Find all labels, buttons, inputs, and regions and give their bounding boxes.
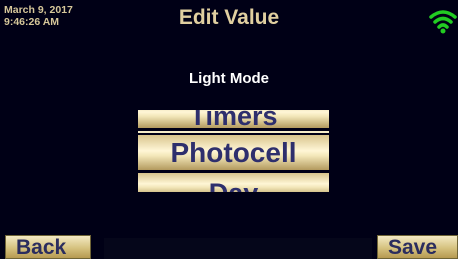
page-title: Edit Value: [178, 6, 280, 29]
save-button[interactable]: Save: [377, 235, 458, 259]
picker-option-next[interactable]: Day: [138, 173, 329, 192]
picker-divider-top: [138, 128, 329, 131]
value-picker-wheel[interactable]: Timers Photocell Day: [138, 110, 329, 192]
picker-option-previous[interactable]: Timers: [138, 110, 329, 131]
wifi-signal-icon: [429, 10, 457, 34]
picker-option-selected[interactable]: Photocell: [138, 133, 329, 172]
edit-value-screen: March 9, 2017 9:46:26 AM Edit Value Ligh…: [0, 0, 458, 259]
footer-bar: [104, 238, 372, 259]
field-label: Light Mode: [189, 70, 269, 87]
back-button[interactable]: Back: [5, 235, 91, 259]
